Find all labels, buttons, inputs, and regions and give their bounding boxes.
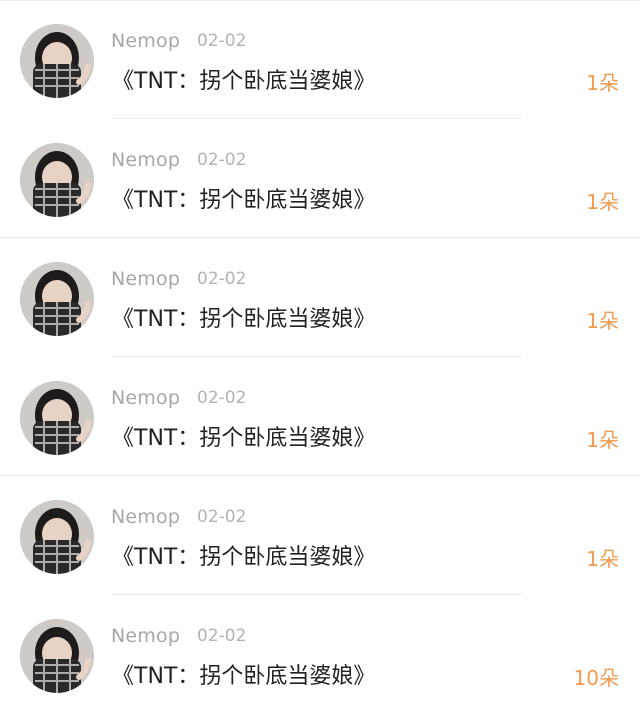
- flower-count: 1朵: [586, 309, 619, 333]
- avatar[interactable]: [20, 262, 94, 336]
- book-title[interactable]: 《TNT：拐个卧底当婆娘》: [112, 63, 375, 95]
- book-title[interactable]: 《TNT：拐个卧底当婆娘》: [112, 182, 375, 214]
- list-item[interactable]: Nemop 02-02 《TNT：拐个卧底当婆娘》 10朵: [0, 595, 640, 714]
- list-item[interactable]: Nemop 02-02 《TNT：拐个卧底当婆娘》 1朵: [0, 0, 640, 119]
- avatar[interactable]: [20, 24, 94, 98]
- flower-count: 1朵: [586, 428, 619, 452]
- book-title[interactable]: 《TNT：拐个卧底当婆娘》: [112, 658, 375, 690]
- flower-count: 1朵: [586, 71, 619, 95]
- book-title[interactable]: 《TNT：拐个卧底当婆娘》: [112, 539, 375, 571]
- date: 02-02: [197, 269, 247, 289]
- user-avatar-icon: [20, 381, 94, 455]
- user-name[interactable]: Nemop: [111, 625, 180, 647]
- gift-list: Nemop 02-02 《TNT：拐个卧底当婆娘》 1朵 Nemop 02-02…: [0, 0, 640, 710]
- user-name[interactable]: Nemop: [111, 506, 180, 528]
- user-name[interactable]: Nemop: [111, 387, 180, 409]
- user-name[interactable]: Nemop: [111, 30, 180, 52]
- user-name[interactable]: Nemop: [111, 149, 180, 171]
- user-avatar-icon: [20, 262, 94, 336]
- flower-count: 1朵: [586, 190, 619, 214]
- date: 02-02: [197, 626, 247, 646]
- flower-count: 10朵: [573, 666, 619, 690]
- user-avatar-icon: [20, 143, 94, 217]
- date: 02-02: [197, 388, 247, 408]
- list-item[interactable]: Nemop 02-02 《TNT：拐个卧底当婆娘》 1朵: [0, 238, 640, 357]
- user-name[interactable]: Nemop: [111, 268, 180, 290]
- list-item[interactable]: Nemop 02-02 《TNT：拐个卧底当婆娘》 1朵: [0, 119, 640, 238]
- date: 02-02: [197, 150, 247, 170]
- date: 02-02: [197, 31, 247, 51]
- book-title[interactable]: 《TNT：拐个卧底当婆娘》: [112, 420, 375, 452]
- avatar[interactable]: [20, 143, 94, 217]
- avatar[interactable]: [20, 619, 94, 693]
- date: 02-02: [197, 507, 247, 527]
- user-avatar-icon: [20, 24, 94, 98]
- user-avatar-icon: [20, 619, 94, 693]
- book-title[interactable]: 《TNT：拐个卧底当婆娘》: [112, 301, 375, 333]
- list-item[interactable]: Nemop 02-02 《TNT：拐个卧底当婆娘》 1朵: [0, 476, 640, 595]
- avatar[interactable]: [20, 500, 94, 574]
- flower-count: 1朵: [586, 547, 619, 571]
- list-item[interactable]: Nemop 02-02 《TNT：拐个卧底当婆娘》 1朵: [0, 357, 640, 476]
- user-avatar-icon: [20, 500, 94, 574]
- avatar[interactable]: [20, 381, 94, 455]
